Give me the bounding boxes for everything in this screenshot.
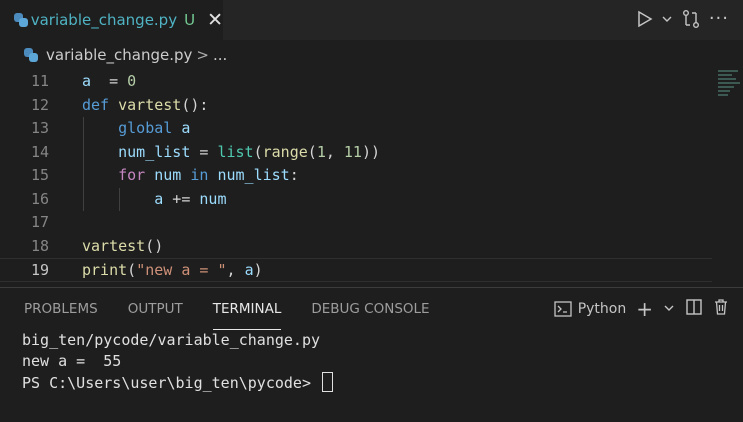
indent-guide: [83, 187, 84, 211]
code-text: num_list = list(range(1, 11)): [118, 142, 381, 161]
run-icon[interactable]: [637, 10, 653, 28]
add-terminal-icon[interactable]: +: [636, 299, 653, 319]
panel-tab-problems[interactable]: PROBLEMS: [24, 288, 98, 330]
panel-actions: Python +: [554, 298, 729, 320]
code-line[interactable]: 19 print("new a = ", a): [0, 258, 712, 282]
line-number: 13: [30, 119, 49, 137]
code-text: a = 0: [82, 72, 137, 90]
python-file-icon: [24, 48, 38, 62]
close-icon[interactable]: ✕: [207, 10, 223, 30]
code-text: def vartest():: [82, 95, 209, 114]
terminal-name: Python: [577, 301, 627, 317]
chevron-down-icon[interactable]: [661, 9, 673, 28]
line-number: 12: [30, 95, 49, 114]
panel-tab-output[interactable]: OUTPUT: [128, 288, 183, 330]
code-line[interactable]: 17: [0, 211, 712, 235]
code-text: global a: [118, 119, 191, 137]
code-line[interactable]: 14 num_list = list(range(1, 11)): [0, 140, 712, 164]
terminal-output[interactable]: big_ten/pycode/variable_change.pynew a =…: [22, 330, 334, 394]
line-number: 16: [30, 189, 49, 208]
line-number: 17: [30, 213, 49, 231]
untracked-badge: U: [184, 11, 196, 29]
breadcrumb-file[interactable]: variable_change.py: [46, 46, 192, 64]
indent-guide: [83, 117, 84, 141]
breadcrumb-separator: >: [196, 46, 209, 64]
code-editor[interactable]: 11 a = 0 12 def vartest(): 13 global a 14 num…: [0, 70, 743, 284]
code-line[interactable]: 13 global a: [0, 117, 712, 141]
editor-tab-bar: variable_change.py U ✕ ···: [0, 0, 743, 40]
code-text: a += num: [154, 189, 227, 208]
code-line[interactable]: 11 a = 0: [0, 70, 712, 94]
code-line[interactable]: 12 def vartest():: [0, 94, 712, 118]
minimap[interactable]: [718, 68, 742, 108]
breadcrumb-more[interactable]: ...: [213, 46, 227, 64]
bottom-panel: PROBLEMS OUTPUT TERMINAL DEBUG CONSOLE Pyth…: [0, 287, 743, 422]
terminal-line: big_ten/pycode/variable_change.py: [22, 331, 321, 349]
line-number: 18: [30, 236, 49, 255]
terminal-cursor: [322, 372, 334, 392]
trash-icon[interactable]: [713, 298, 729, 320]
terminal-line: PS C:\Users\user\big_ten\pycode>: [22, 372, 334, 394]
panel-tabs: PROBLEMS OUTPUT TERMINAL DEBUG CONSOLE: [0, 288, 436, 330]
split-terminal-icon[interactable]: [685, 298, 703, 320]
code-text: print("new a = ", a): [82, 261, 263, 279]
line-number: 14: [30, 142, 49, 161]
more-icon[interactable]: ···: [709, 8, 729, 29]
line-number: 19: [30, 261, 49, 279]
terminal-icon: [554, 301, 572, 317]
tab-filename: variable_change.py: [30, 11, 178, 29]
code-line[interactable]: 16 a += num: [0, 187, 712, 211]
code-line[interactable]: 18 vartest(): [0, 235, 712, 259]
panel-tab-terminal[interactable]: TERMINAL: [212, 288, 281, 330]
editor-tab-variable-change[interactable]: variable_change.py U ✕: [0, 0, 223, 40]
line-number: 15: [30, 166, 49, 184]
terminal-selector[interactable]: Python: [554, 301, 627, 317]
code-text: for num in num_list:: [118, 166, 299, 184]
compare-changes-icon[interactable]: [681, 9, 701, 29]
indent-guide: [119, 187, 120, 211]
terminal-line: new a = 55: [22, 352, 122, 370]
chevron-down-icon[interactable]: [663, 301, 675, 317]
line-number: 11: [30, 72, 49, 90]
code-text: vartest(): [82, 236, 164, 255]
indent-guide: [83, 140, 84, 164]
breadcrumb: variable_change.py > ...: [0, 40, 743, 70]
python-file-icon: [14, 13, 28, 27]
code-line[interactable]: 15 for num in num_list:: [0, 164, 712, 188]
indent-guide: [83, 164, 84, 188]
editor-actions: ···: [637, 8, 729, 29]
panel-tab-debug-console[interactable]: DEBUG CONSOLE: [311, 288, 429, 330]
